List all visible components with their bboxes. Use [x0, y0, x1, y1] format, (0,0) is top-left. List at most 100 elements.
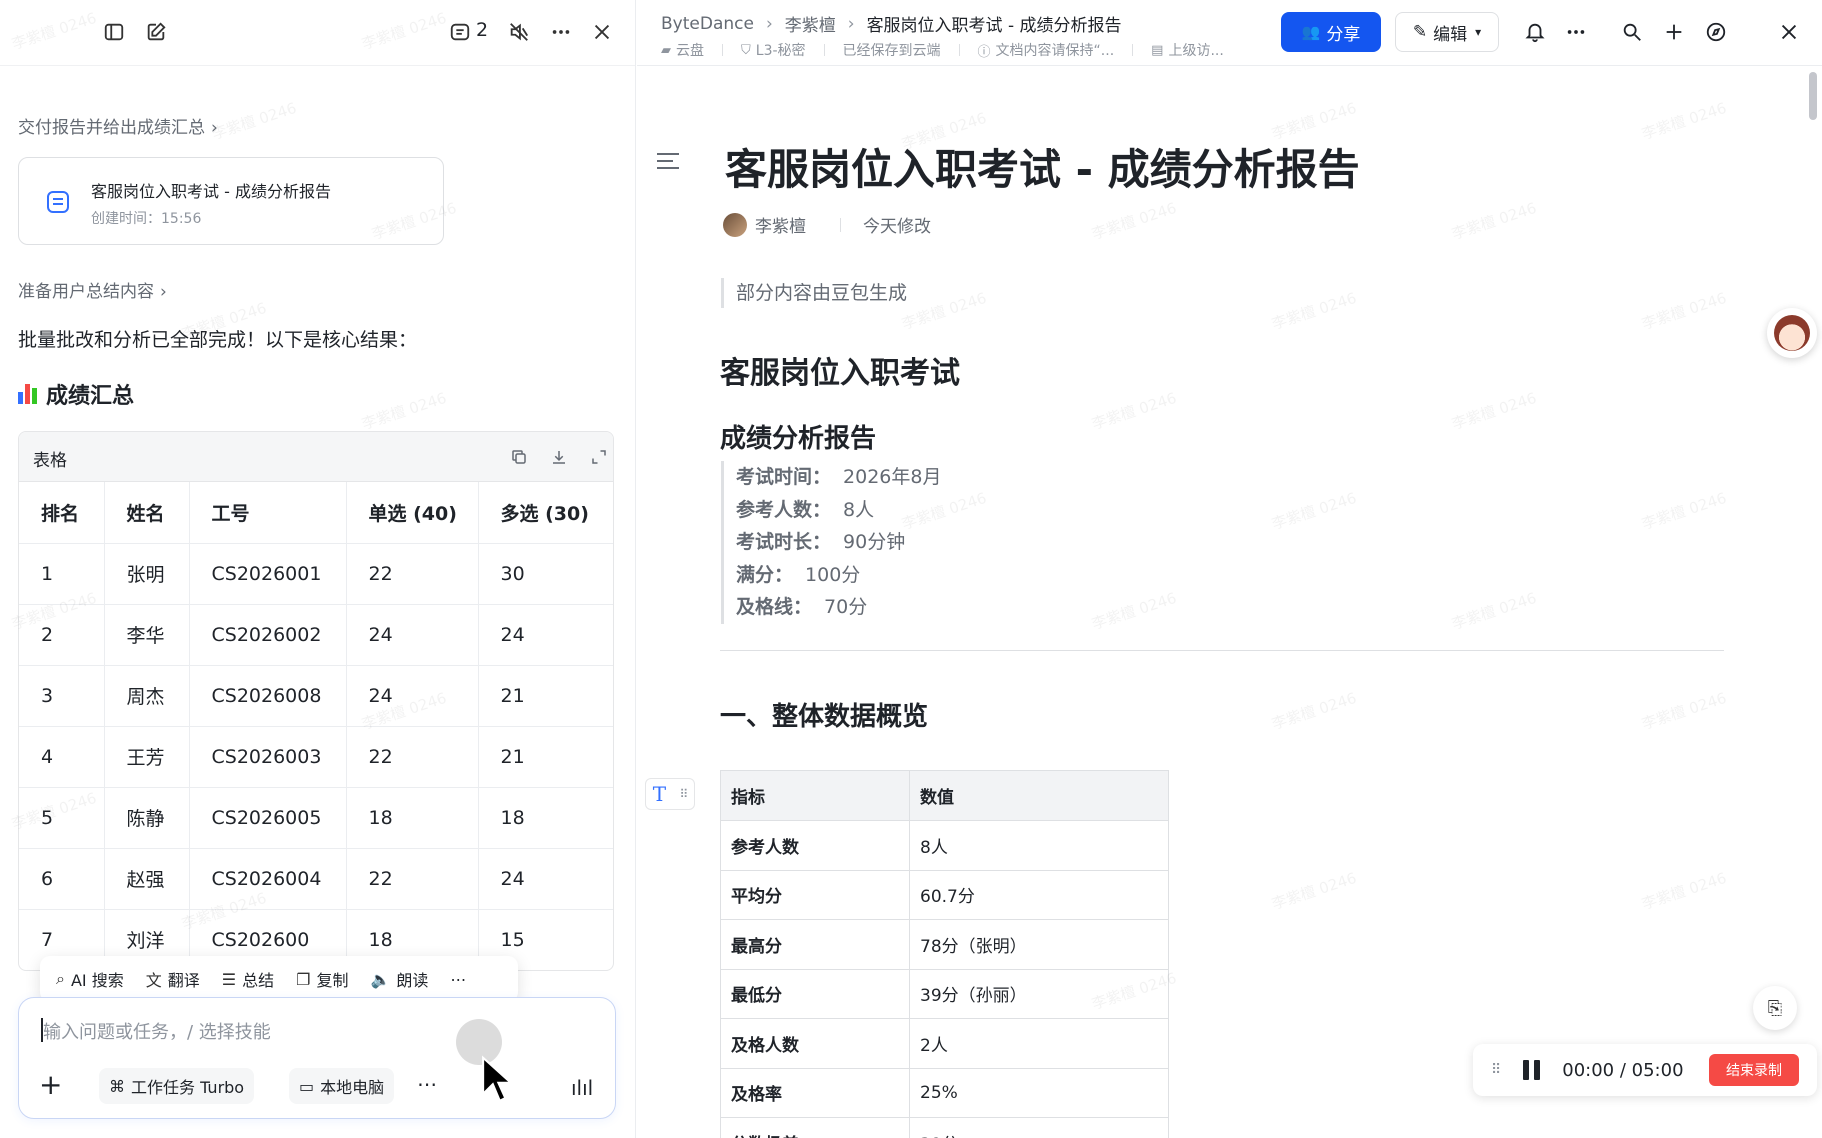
- read-aloud-button[interactable]: 🔈 朗读: [370, 967, 428, 991]
- meta-drive[interactable]: ▰ 云盘: [661, 40, 704, 60]
- edit-button[interactable]: ✎ 编辑 ▾: [1395, 12, 1499, 52]
- table-cell: CS2026003: [189, 726, 347, 788]
- chat-input-box[interactable]: 输入问题或任务，/ 选择技能 + ⌘ 工作任务 Turbo ▭ 本地电脑 ⋯ ılı…: [18, 997, 616, 1119]
- doc-card[interactable]: 客服岗位入职考试 - 成绩分析报告 创建时间：15:56: [18, 157, 444, 245]
- heading-overview: 一、整体数据概览: [720, 702, 929, 732]
- table-row: 4 王芳 CS2026003 22 21: [19, 726, 613, 788]
- floating-doc-button[interactable]: ⎘: [1753, 986, 1797, 1030]
- chevron-down-icon: ▾: [1475, 25, 1482, 39]
- breadcrumb-item[interactable]: 李紫檀: [785, 11, 836, 36]
- author-row: 李紫檀 今天修改: [723, 212, 931, 237]
- modified-text: 今天修改: [863, 217, 931, 237]
- mute-icon[interactable]: [505, 18, 533, 46]
- laptop-icon: ▭: [299, 1076, 315, 1096]
- summary-icon: ☰: [221, 969, 237, 989]
- input-more-button[interactable]: ⋯: [417, 1072, 437, 1096]
- meta-security[interactable]: ⛉ L3-秘密: [741, 40, 806, 60]
- table-label: 表格: [33, 451, 67, 471]
- table-cell: 陈静: [104, 787, 190, 849]
- compass-icon[interactable]: [1702, 18, 1730, 46]
- ai-search-label: AI 搜索: [70, 971, 124, 990]
- more-icon[interactable]: [547, 18, 575, 46]
- prep-step-link[interactable]: 准备用户总结内容 ›: [18, 277, 167, 302]
- chat-panel: 2 交付报告并给出成绩汇总 › 客服岗位入职考试 - 成绩分析报告 创建时间：15…: [0, 0, 636, 1138]
- action-more-button[interactable]: ⋯: [450, 970, 466, 989]
- table-cell: 22: [346, 543, 479, 605]
- table-cell: 21: [478, 665, 613, 727]
- meta-divider: [958, 44, 960, 56]
- exam-info-quote: 考试时间： 2026年8月 参考人数： 8人 考试时长： 90分钟 满分： 100分 及…: [721, 461, 941, 624]
- task-step-link[interactable]: 交付报告并给出成绩汇总 ›: [18, 113, 218, 138]
- speaker-icon: 🔈: [370, 969, 391, 989]
- search-icon[interactable]: [1618, 18, 1646, 46]
- shield-icon: ⛉: [741, 42, 751, 58]
- stats-key: 分数极差: [720, 1117, 910, 1138]
- sidebar-toggle-icon[interactable]: [100, 18, 128, 46]
- meta-drive-label: 云盘: [676, 43, 704, 59]
- stats-row: 最高分 78分（张明）: [720, 919, 1169, 970]
- search-icon: ⌕: [56, 969, 65, 988]
- drag-handle-icon: ⠿: [679, 787, 688, 801]
- more-icon[interactable]: [1562, 18, 1590, 46]
- chevron-right-icon: ›: [847, 13, 855, 34]
- stats-row: 及格人数 2人: [720, 1018, 1169, 1069]
- read-aloud-label: 朗读: [396, 971, 429, 990]
- table-cell: 6: [19, 848, 105, 910]
- table-cell: 4: [19, 726, 105, 788]
- close-icon[interactable]: [588, 18, 616, 46]
- summary-text: 批量批改和分析已全部完成！以下是核心结果：: [18, 329, 418, 351]
- new-chat-icon[interactable]: [142, 18, 170, 46]
- copy-icon[interactable]: [507, 445, 531, 469]
- edit-label: 编辑: [1433, 24, 1468, 45]
- table-cell: CS2026001: [189, 543, 347, 605]
- meta-notice[interactable]: ⓘ 文档内容请保持“...: [978, 40, 1115, 60]
- copy-button[interactable]: ❐ 复制: [296, 967, 348, 991]
- chevron-right-icon: ›: [211, 118, 218, 138]
- translate-button[interactable]: 文翻译: [146, 967, 200, 991]
- share-button[interactable]: 👥 分享: [1281, 12, 1381, 52]
- meta-divider: [1132, 44, 1134, 56]
- info-icon: ⓘ: [977, 44, 991, 60]
- avatar[interactable]: [723, 212, 747, 237]
- chat-input-placeholder[interactable]: 输入问题或任务，/ 选择技能: [43, 1018, 271, 1044]
- summary-button[interactable]: ☰ 总结: [222, 967, 274, 991]
- stop-recording-button[interactable]: 结束录制: [1709, 1054, 1799, 1086]
- prep-step-label: 准备用户总结内容: [18, 282, 154, 302]
- table-row: 1 张明 CS2026001 22 30: [19, 543, 613, 605]
- doc-meta: ▰ 云盘 ⛉ L3-秘密 已经保存到云端 ⓘ 文档内容请保持“... ▤ 上级访...: [661, 40, 1242, 60]
- outline-icon[interactable]: [657, 153, 679, 171]
- stats-row: 及格率 25%: [720, 1067, 1169, 1118]
- meta-security-label: L3-秘密: [755, 43, 806, 59]
- table-row: 5 陈静 CS2026005 18 18: [19, 787, 613, 849]
- block-handle[interactable]: T ⠿: [645, 778, 695, 810]
- meta-parent-label: 上级访...: [1168, 43, 1224, 59]
- plus-icon[interactable]: [1660, 18, 1688, 46]
- message-list-icon[interactable]: [446, 18, 474, 46]
- stats-row: 参考人数 8人: [720, 820, 1169, 871]
- task-mode-chip[interactable]: ⌘ 工作任务 Turbo: [99, 1068, 255, 1104]
- ai-search-button[interactable]: ⌕ AI 搜索: [56, 967, 124, 991]
- table-cell: CS2026002: [189, 604, 347, 666]
- drag-handle-icon[interactable]: ⠿: [1491, 1062, 1501, 1078]
- bell-icon[interactable]: [1521, 18, 1549, 46]
- copy-icon: ❐: [296, 969, 311, 989]
- meta-parent[interactable]: ▤ 上级访...: [1151, 40, 1224, 60]
- scrollbar-thumb[interactable]: [1809, 72, 1817, 120]
- summary-label: 总结: [242, 971, 275, 990]
- stats-key: 及格率: [720, 1067, 910, 1118]
- author-name[interactable]: 李紫檀: [755, 212, 806, 237]
- download-icon[interactable]: [547, 445, 571, 469]
- expand-icon[interactable]: [587, 445, 611, 469]
- breadcrumb-current[interactable]: 客服岗位入职考试 - 成绩分析报告: [867, 11, 1122, 36]
- users-icon: 👥: [1301, 23, 1321, 41]
- info-key: 满分：: [736, 563, 794, 586]
- pause-button[interactable]: [1523, 1060, 1541, 1080]
- stats-value: 2人: [909, 1018, 1169, 1069]
- voice-input-icon[interactable]: ılıl: [571, 1076, 593, 1100]
- local-pc-chip[interactable]: ▭ 本地电脑: [289, 1068, 395, 1104]
- assistant-avatar-button[interactable]: [1767, 308, 1817, 358]
- close-icon[interactable]: [1775, 18, 1803, 46]
- breadcrumb-item[interactable]: ByteDance: [661, 14, 754, 34]
- table-cell: 李华: [104, 604, 190, 666]
- add-attachment-button[interactable]: +: [39, 1068, 62, 1101]
